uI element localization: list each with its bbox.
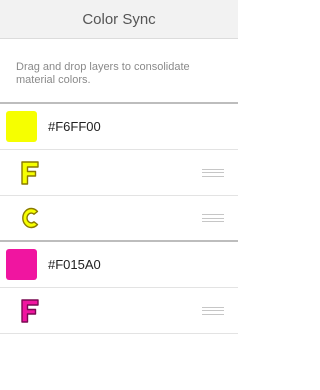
letter-f-icon [21, 298, 39, 323]
layer-row[interactable] [0, 196, 238, 242]
layer-row[interactable] [0, 288, 238, 334]
color-swatch [6, 249, 37, 280]
color-group-header[interactable]: #F6FF00 [0, 104, 238, 150]
color-swatch [6, 111, 37, 142]
panel-header: Color Sync [0, 0, 238, 39]
color-hex-label: #F015A0 [48, 257, 101, 272]
drag-handle-icon[interactable] [202, 306, 224, 315]
instructions-text: Drag and drop layers to consolidate mate… [0, 39, 238, 104]
panel-title: Color Sync [82, 10, 156, 28]
color-sync-panel: Color Sync Drag and drop layers to conso… [0, 0, 238, 390]
drag-handle-icon[interactable] [202, 168, 224, 177]
color-hex-label: #F6FF00 [48, 119, 101, 134]
color-group-header[interactable]: #F015A0 [0, 242, 238, 288]
drag-handle-icon[interactable] [202, 214, 224, 222]
letter-f-icon [21, 160, 39, 185]
layer-row[interactable] [0, 150, 238, 196]
letter-c-icon [22, 207, 39, 229]
